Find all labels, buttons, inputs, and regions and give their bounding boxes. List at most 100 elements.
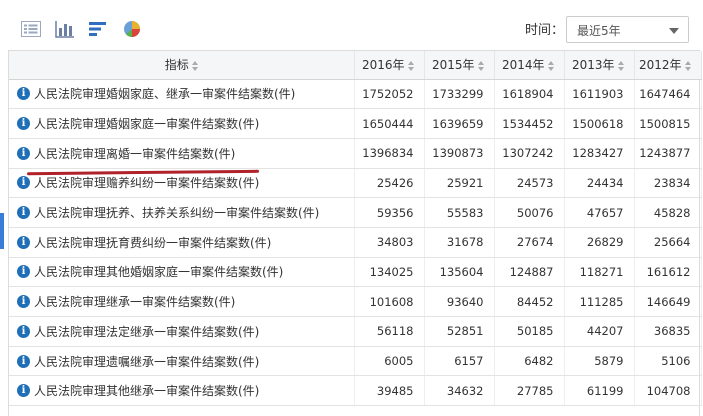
table-row[interactable]: i 人民法院审理其他继承一审案件结案数(件) 39485 34632 27785 6119… <box>9 375 702 407</box>
info-icon[interactable]: i <box>17 176 30 190</box>
indicator-cell: i 人民法院审理其他继承一审案件结案数(件) <box>9 375 355 407</box>
value-cell: 111285 <box>564 286 635 317</box>
value-cell: 84452 <box>494 286 565 317</box>
sort-icon[interactable] <box>684 60 691 71</box>
value-cell: 55583 <box>424 197 495 228</box>
sort-icon[interactable] <box>407 60 414 71</box>
indicator-cell: i 人民法院审理继承一审案件结案数(件) <box>9 286 355 317</box>
value-cell: 1639659 <box>424 108 495 139</box>
info-icon[interactable]: i <box>17 235 30 249</box>
time-range-select[interactable]: 最近5年 <box>566 16 689 43</box>
sort-icon[interactable] <box>477 60 484 71</box>
indicator-label[interactable]: 人民法院审理继承一审案件结案数(件) <box>34 295 235 309</box>
table-row[interactable]: i 人民法院审理继承一审案件结案数(件) 101608 93640 84452 11128… <box>9 286 702 317</box>
value-cell: 1752052 <box>354 79 425 110</box>
value-cell: 161612 <box>634 257 702 288</box>
value-cell: 1500815 <box>634 108 702 139</box>
value-cell: 6005 <box>354 346 425 377</box>
value-cell: 1647464 <box>634 79 702 110</box>
sort-icon[interactable] <box>191 60 198 71</box>
value-cell: 24434 <box>564 168 635 199</box>
indicator-cell: i 人民法院审理抚育费纠纷一审案件结案数(件) <box>9 227 355 258</box>
side-tab[interactable] <box>0 213 4 249</box>
value-cell: 118271 <box>564 257 635 288</box>
value-cell: 124887 <box>494 257 565 288</box>
year-header[interactable]: 2015年 <box>424 51 495 80</box>
table-row[interactable]: i 人民法院审理抚养、扶养关系纠纷一审案件结案数(件) 59356 55583 5007… <box>9 197 702 228</box>
value-cell: 1390873 <box>424 138 495 169</box>
table-row[interactable]: i 人民法院审理婚姻家庭、继承一审案件结案数(件) 1752052 1733299 16… <box>9 79 702 110</box>
indicator-label[interactable]: 人民法院审理离婚一审案件结案数(件) <box>34 147 235 161</box>
sort-icon[interactable] <box>617 60 624 71</box>
year-header[interactable]: 2013年 <box>564 51 635 80</box>
info-icon[interactable]: i <box>17 206 30 220</box>
value-cell: 1500618 <box>564 108 635 139</box>
value-cell: 1243877 <box>634 138 702 169</box>
info-icon[interactable]: i <box>17 146 30 160</box>
value-cell: 25426 <box>354 168 425 199</box>
value-cell: 134025 <box>354 257 425 288</box>
value-cell: 61199 <box>564 375 635 407</box>
value-cell: 1618904 <box>494 79 565 110</box>
table-row[interactable]: i 人民法院审理离婚一审案件结案数(件) 1396834 1390873 1307242… <box>9 138 702 169</box>
info-icon[interactable]: i <box>17 87 30 101</box>
indicator-label[interactable]: 人民法院审理其他继承一审案件结案数(件) <box>34 384 259 398</box>
value-cell: 27674 <box>494 227 565 258</box>
indicator-cell: i 人民法院审理离婚一审案件结案数(件) <box>9 138 355 169</box>
value-cell: 5106 <box>634 346 702 377</box>
table-row[interactable]: i 人民法院审理法定继承一审案件结案数(件) 56118 52851 50185 4420… <box>9 316 702 347</box>
time-label: 时间： <box>525 23 565 38</box>
value-cell: 1733299 <box>424 79 495 110</box>
value-cell: 6482 <box>494 346 565 377</box>
value-cell: 31678 <box>424 227 495 258</box>
indicator-header[interactable]: 指标 <box>9 51 355 80</box>
indicator-cell: i 人民法院审理其他婚姻家庭一审案件结案数(件) <box>9 257 355 288</box>
indicator-cell: i 人民法院审理婚姻家庭、继承一审案件结案数(件) <box>9 79 355 110</box>
info-icon[interactable]: i <box>17 295 30 309</box>
indicator-label[interactable]: 人民法院审理遗嘱继承一审案件结案数(件) <box>34 355 259 369</box>
year-header[interactable]: 2012年 <box>634 51 702 80</box>
list-view-icon[interactable] <box>20 18 42 40</box>
indicator-label[interactable]: 人民法院审理婚姻家庭、继承一审案件结案数(件) <box>34 87 295 101</box>
info-icon[interactable]: i <box>17 117 30 131</box>
info-icon[interactable]: i <box>17 384 30 398</box>
value-cell: 101608 <box>354 286 425 317</box>
pie-chart-icon[interactable] <box>121 18 143 40</box>
value-cell: 25664 <box>634 227 702 258</box>
indicator-label[interactable]: 人民法院审理抚育费纠纷一审案件结案数(件) <box>34 236 271 250</box>
table-row[interactable]: i 人民法院审理抚育费纠纷一审案件结案数(件) 34803 31678 27674 268… <box>9 227 702 258</box>
year-header[interactable]: 2016年 <box>354 51 425 80</box>
value-cell: 52851 <box>424 316 495 347</box>
table-row[interactable]: i 人民法院审理婚姻家庭一审案件结案数(件) 1650444 1639659 15344… <box>9 108 702 139</box>
toolbar: 时间： 最近5年 <box>0 0 703 50</box>
value-cell: 1650444 <box>354 108 425 139</box>
value-cell: 59356 <box>354 197 425 228</box>
info-icon[interactable]: i <box>17 324 30 338</box>
value-cell: 135604 <box>424 257 495 288</box>
indicator-label[interactable]: 人民法院审理婚姻家庭一审案件结案数(件) <box>34 117 259 131</box>
indicator-cell: i 人民法院审理抚养、扶养关系纠纷一审案件结案数(件) <box>9 197 355 228</box>
value-cell: 1307242 <box>494 138 565 169</box>
indicator-label[interactable]: 人民法院审理赡养纠纷一审案件结案数(件) <box>34 176 259 190</box>
value-cell: 50185 <box>494 316 565 347</box>
indicator-label[interactable]: 人民法院审理法定继承一审案件结案数(件) <box>34 325 259 339</box>
value-cell: 34632 <box>424 375 495 407</box>
value-cell: 23834 <box>634 168 702 199</box>
bar-list-icon[interactable] <box>87 18 109 40</box>
indicator-label[interactable]: 人民法院审理其他婚姻家庭一审案件结案数(件) <box>34 265 283 279</box>
info-icon[interactable]: i <box>17 265 30 279</box>
chevron-down-icon <box>669 28 679 34</box>
value-cell: 26829 <box>564 227 635 258</box>
value-cell: 36835 <box>634 316 702 347</box>
table-row[interactable]: i 人民法院审理遗嘱继承一审案件结案数(件) 6005 6157 6482 5879 510… <box>9 346 702 377</box>
info-icon[interactable]: i <box>17 354 30 368</box>
indicator-label[interactable]: 人民法院审理抚养、扶养关系纠纷一审案件结案数(件) <box>34 206 319 220</box>
table-row[interactable]: i 人民法院审理其他婚姻家庭一审案件结案数(件) 134025 135604 12488… <box>9 257 702 288</box>
value-cell: 34803 <box>354 227 425 258</box>
sort-icon[interactable] <box>547 60 554 71</box>
table-header-row: 指标 2016年 2015年 2014年 2013年 2012年 <box>9 51 702 80</box>
value-cell: 44207 <box>564 316 635 347</box>
bar-chart-icon[interactable] <box>54 18 76 40</box>
year-header[interactable]: 2014年 <box>494 51 565 80</box>
value-cell: 1283427 <box>564 138 635 169</box>
